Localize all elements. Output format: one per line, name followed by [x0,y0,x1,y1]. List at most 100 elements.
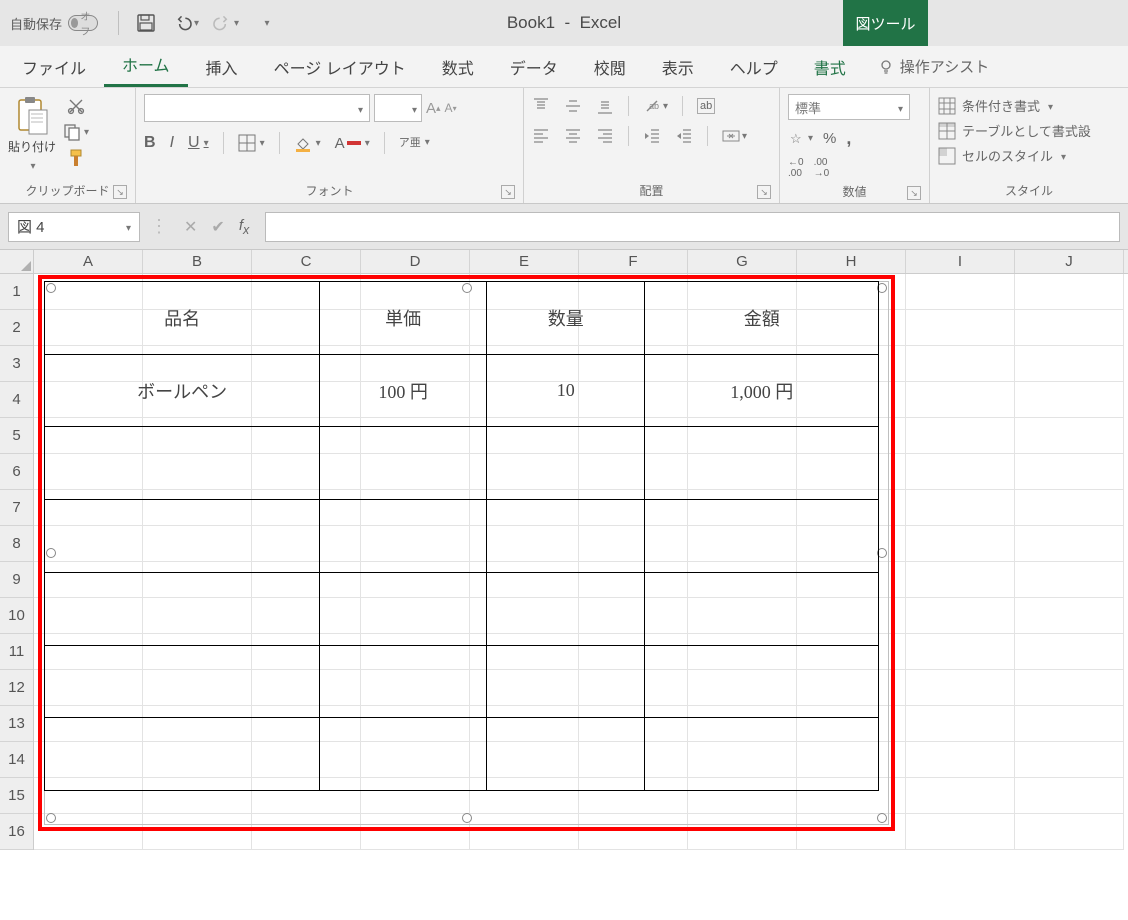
row-header[interactable]: 10 [0,598,33,634]
row-header[interactable]: 2 [0,310,33,346]
fx-icon[interactable]: fx [239,217,249,237]
row-header[interactable]: 12 [0,670,33,706]
resize-handle-br[interactable] [877,813,887,823]
cell[interactable] [1015,346,1124,382]
col-header[interactable]: H [797,250,906,273]
cell[interactable] [906,346,1015,382]
font-name-combo[interactable] [144,94,370,122]
cell[interactable] [906,526,1015,562]
orientation-icon[interactable]: ab [643,97,668,115]
col-header[interactable]: D [361,250,470,273]
cell[interactable] [906,274,1015,310]
italic-button[interactable]: I [170,134,174,152]
bold-button[interactable]: B [144,134,156,152]
cell[interactable] [906,670,1015,706]
cell[interactable] [906,598,1015,634]
col-header[interactable]: C [252,250,361,273]
row-header[interactable]: 9 [0,562,33,598]
cell[interactable] [1015,634,1124,670]
comma-icon[interactable]: , [846,128,851,149]
cell[interactable] [906,634,1015,670]
cut-icon[interactable] [62,96,89,116]
accounting-format-icon[interactable]: ☆ [788,130,813,148]
phonetic-button[interactable]: ア亜 [399,138,430,148]
cell[interactable] [1015,382,1124,418]
cell[interactable] [906,778,1015,814]
borders-button[interactable] [238,134,265,152]
autosave-switch[interactable]: オフ [68,15,98,31]
font-dialog-launcher[interactable]: ↘ [501,185,515,199]
align-left-icon[interactable] [532,127,550,145]
row-header[interactable]: 16 [0,814,33,850]
cell[interactable] [906,562,1015,598]
cell[interactable] [906,454,1015,490]
split-handle-icon[interactable]: ⋮ [150,216,168,237]
col-header[interactable]: I [906,250,1015,273]
save-icon[interactable] [133,10,159,36]
tab-page-layout[interactable]: ページ レイアウト [256,45,424,87]
redo-button[interactable] [213,10,239,36]
row-header[interactable]: 15 [0,778,33,814]
select-all-triangle[interactable] [0,250,34,273]
cell[interactable] [1015,526,1124,562]
wrap-text-icon[interactable]: ab [697,98,715,114]
percent-icon[interactable]: % [823,130,836,147]
number-dialog-launcher[interactable]: ↘ [907,186,921,200]
row-header[interactable]: 8 [0,526,33,562]
cell[interactable] [906,418,1015,454]
decrease-font-icon[interactable]: A▾ [445,101,457,115]
align-right-icon[interactable] [596,127,614,145]
cancel-formula-icon[interactable]: ✕ [184,217,197,237]
alignment-dialog-launcher[interactable]: ↘ [757,185,771,199]
format-as-table-button[interactable]: テーブルとして書式設 [938,121,1120,140]
col-header[interactable]: F [579,250,688,273]
cell[interactable] [1015,670,1124,706]
cell[interactable] [1015,274,1124,310]
resize-handle-bl[interactable] [46,813,56,823]
cell[interactable] [906,382,1015,418]
row-header[interactable]: 13 [0,706,33,742]
cell[interactable] [1015,490,1124,526]
enter-formula-icon[interactable]: ✔ [211,217,224,237]
cell[interactable] [1015,598,1124,634]
paste-button[interactable]: 貼り付け [8,94,56,172]
cell[interactable] [1015,706,1124,742]
tab-format[interactable]: 書式 [796,45,864,87]
name-box[interactable]: 図 4 [8,212,140,242]
conditional-formatting-button[interactable]: 条件付き書式 [938,96,1120,115]
tell-me-search[interactable]: 操作アシスト [864,46,1003,87]
row-header[interactable]: 1 [0,274,33,310]
contextual-tab-figure-tools[interactable]: 図ツール [843,0,928,46]
number-format-combo[interactable]: 標準 [788,94,910,120]
cell[interactable] [1015,310,1124,346]
cell-styles-button[interactable]: セルのスタイル [938,146,1120,165]
row-header[interactable]: 4 [0,382,33,418]
col-header[interactable]: A [34,250,143,273]
cell[interactable] [906,814,1015,850]
cell[interactable] [1015,454,1124,490]
tab-data[interactable]: データ [492,45,576,87]
autosave-toggle[interactable]: 自動保存 オフ [0,14,108,33]
tab-file[interactable]: ファイル [4,45,104,87]
col-header[interactable]: J [1015,250,1124,273]
font-size-combo[interactable] [374,94,422,122]
selected-figure-object[interactable]: 品名 単価 数量 金額 ボールペン 100 円 10 1,000 円 [38,275,895,831]
align-middle-icon[interactable] [564,97,582,115]
cell[interactable] [906,490,1015,526]
copy-icon[interactable] [62,122,89,142]
undo-button[interactable] [173,10,199,36]
paste-dropdown[interactable] [28,157,35,172]
align-bottom-icon[interactable] [596,97,614,115]
row-header[interactable]: 11 [0,634,33,670]
tab-review[interactable]: 校閲 [576,45,644,87]
tab-help[interactable]: ヘルプ [712,45,796,87]
tab-home[interactable]: ホーム [104,42,188,87]
increase-decimal-icon[interactable]: ←0.00 [788,157,804,179]
tab-insert[interactable]: 挿入 [188,45,256,87]
tab-view[interactable]: 表示 [644,45,712,87]
clipboard-dialog-launcher[interactable]: ↘ [113,185,127,199]
cell[interactable] [1015,778,1124,814]
col-header[interactable]: B [143,250,252,273]
formula-input[interactable] [265,212,1120,242]
merge-center-icon[interactable] [722,127,747,145]
